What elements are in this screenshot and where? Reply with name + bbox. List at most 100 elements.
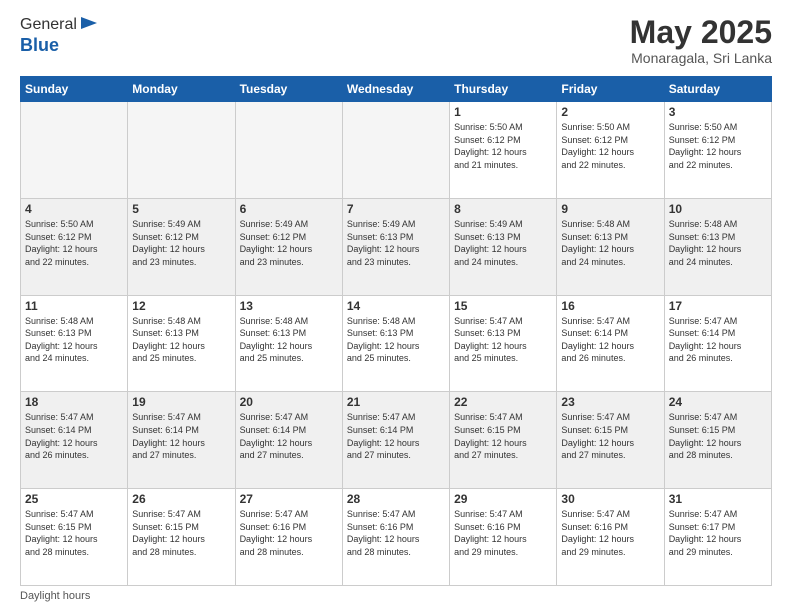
day-info: Sunrise: 5:49 AM Sunset: 6:13 PM Dayligh… [454, 218, 552, 268]
logo-general-text: General [20, 16, 77, 34]
day-number: 4 [25, 202, 123, 216]
calendar-cell: 25Sunrise: 5:47 AM Sunset: 6:15 PM Dayli… [21, 489, 128, 586]
calendar-cell: 30 Sunrise: 5:47 AM Sunset: 6:16 PM Dayli… [557, 489, 664, 586]
daylight-note: Daylight hours [20, 590, 90, 602]
day-info: Sunrise: 5:50 AM Sunset: 6:12 PM Dayligh… [669, 121, 767, 171]
calendar-cell: 28 Sunrise: 5:47 AM Sunset: 6:16 PM Dayli… [342, 489, 449, 586]
day-number: 3 [669, 105, 767, 119]
day-number: 20 [240, 395, 338, 409]
calendar-cell: 17 Sunrise: 5:47 AM Sunset: 6:14 PM Dayli… [664, 295, 771, 392]
calendar-cell: 18 Sunrise: 5:47 AM Sunset: 6:14 PM Dayli… [21, 392, 128, 489]
calendar-week-4: 18 Sunrise: 5:47 AM Sunset: 6:14 PM Dayli… [21, 392, 772, 489]
calendar-cell: 29 Sunrise: 5:47 AM Sunset: 6:16 PM Dayli… [450, 489, 557, 586]
day-number: 2 [561, 105, 659, 119]
day-info: Sunrise: 5:49 AM Sunset: 6:12 PM Dayligh… [132, 218, 230, 268]
day-header-tuesday: Tuesday [235, 77, 342, 102]
day-info: Sunrise: 5:48 AM Sunset: 6:13 PM Dayligh… [347, 315, 445, 365]
day-info: Sunrise: 5:48 AM Sunset: 6:13 PM Dayligh… [25, 315, 123, 365]
day-number: 16 [561, 299, 659, 313]
calendar-cell: 2Sunrise: 5:50 AM Sunset: 6:12 PM Daylig… [557, 102, 664, 199]
day-info: Sunrise: 5:47 AM Sunset: 6:16 PM Dayligh… [240, 508, 338, 558]
calendar-header-row: SundayMondayTuesdayWednesdayThursdayFrid… [21, 77, 772, 102]
calendar-cell: 27Sunrise: 5:47 AM Sunset: 6:16 PM Dayli… [235, 489, 342, 586]
day-info: Sunrise: 5:47 AM Sunset: 6:14 PM Dayligh… [347, 411, 445, 461]
day-info: Sunrise: 5:47 AM Sunset: 6:15 PM Dayligh… [669, 411, 767, 461]
day-info: Sunrise: 5:47 AM Sunset: 6:14 PM Dayligh… [240, 411, 338, 461]
calendar-cell: 26Sunrise: 5:47 AM Sunset: 6:15 PM Dayli… [128, 489, 235, 586]
day-info: Sunrise: 5:48 AM Sunset: 6:13 PM Dayligh… [669, 218, 767, 268]
calendar-week-5: 25Sunrise: 5:47 AM Sunset: 6:15 PM Dayli… [21, 489, 772, 586]
calendar-cell: 20 Sunrise: 5:47 AM Sunset: 6:14 PM Dayli… [235, 392, 342, 489]
day-number: 7 [347, 202, 445, 216]
day-number: 29 [454, 492, 552, 506]
calendar-cell [128, 102, 235, 199]
day-number: 8 [454, 202, 552, 216]
day-info: Sunrise: 5:47 AM Sunset: 6:13 PM Dayligh… [454, 315, 552, 365]
day-number: 15 [454, 299, 552, 313]
day-number: 13 [240, 299, 338, 313]
day-header-wednesday: Wednesday [342, 77, 449, 102]
logo-flag-icon [79, 15, 99, 35]
day-number: 30 [561, 492, 659, 506]
day-number: 24 [669, 395, 767, 409]
calendar-week-2: 4 Sunrise: 5:50 AM Sunset: 6:12 PM Daylig… [21, 198, 772, 295]
day-number: 28 [347, 492, 445, 506]
day-info: Sunrise: 5:47 AM Sunset: 6:15 PM Dayligh… [25, 508, 123, 558]
day-info: Sunrise: 5:47 AM Sunset: 6:17 PM Dayligh… [669, 508, 767, 558]
day-info: Sunrise: 5:47 AM Sunset: 6:16 PM Dayligh… [347, 508, 445, 558]
day-number: 9 [561, 202, 659, 216]
calendar-cell: 13 Sunrise: 5:48 AM Sunset: 6:13 PM Dayli… [235, 295, 342, 392]
calendar-week-3: 11 Sunrise: 5:48 AM Sunset: 6:13 PM Dayli… [21, 295, 772, 392]
calendar-cell: 24 Sunrise: 5:47 AM Sunset: 6:15 PM Dayli… [664, 392, 771, 489]
day-info: Sunrise: 5:47 AM Sunset: 6:15 PM Dayligh… [561, 411, 659, 461]
calendar-cell: 10 Sunrise: 5:48 AM Sunset: 6:13 PM Dayli… [664, 198, 771, 295]
day-number: 31 [669, 492, 767, 506]
calendar-week-1: 1 Sunrise: 5:50 AM Sunset: 6:12 PM Daylig… [21, 102, 772, 199]
day-number: 19 [132, 395, 230, 409]
day-number: 11 [25, 299, 123, 313]
day-header-thursday: Thursday [450, 77, 557, 102]
day-info: Sunrise: 5:50 AM Sunset: 6:12 PM Dayligh… [454, 121, 552, 171]
day-info: Sunrise: 5:47 AM Sunset: 6:16 PM Dayligh… [454, 508, 552, 558]
calendar-cell: 4 Sunrise: 5:50 AM Sunset: 6:12 PM Daylig… [21, 198, 128, 295]
day-info: Sunrise: 5:49 AM Sunset: 6:13 PM Dayligh… [347, 218, 445, 268]
day-info: Sunrise: 5:48 AM Sunset: 6:13 PM Dayligh… [240, 315, 338, 365]
location: Monaragala, Sri Lanka [630, 50, 772, 66]
day-number: 6 [240, 202, 338, 216]
calendar-cell: 12Sunrise: 5:48 AM Sunset: 6:13 PM Dayli… [128, 295, 235, 392]
calendar-cell: 11 Sunrise: 5:48 AM Sunset: 6:13 PM Dayli… [21, 295, 128, 392]
calendar-cell: 22Sunrise: 5:47 AM Sunset: 6:15 PM Dayli… [450, 392, 557, 489]
day-number: 1 [454, 105, 552, 119]
calendar-cell [235, 102, 342, 199]
day-info: Sunrise: 5:47 AM Sunset: 6:16 PM Dayligh… [561, 508, 659, 558]
day-info: Sunrise: 5:49 AM Sunset: 6:12 PM Dayligh… [240, 218, 338, 268]
day-info: Sunrise: 5:47 AM Sunset: 6:14 PM Dayligh… [669, 315, 767, 365]
day-info: Sunrise: 5:50 AM Sunset: 6:12 PM Dayligh… [25, 218, 123, 268]
calendar-cell: 16Sunrise: 5:47 AM Sunset: 6:14 PM Dayli… [557, 295, 664, 392]
day-number: 10 [669, 202, 767, 216]
calendar-cell: 8 Sunrise: 5:49 AM Sunset: 6:13 PM Daylig… [450, 198, 557, 295]
header: General Blue May 2025 Monaragala, Sri La… [20, 15, 772, 66]
calendar-cell: 9 Sunrise: 5:48 AM Sunset: 6:13 PM Daylig… [557, 198, 664, 295]
day-number: 14 [347, 299, 445, 313]
day-number: 5 [132, 202, 230, 216]
calendar-cell: 15 Sunrise: 5:47 AM Sunset: 6:13 PM Dayli… [450, 295, 557, 392]
day-header-friday: Friday [557, 77, 664, 102]
calendar-cell [342, 102, 449, 199]
day-info: Sunrise: 5:47 AM Sunset: 6:14 PM Dayligh… [25, 411, 123, 461]
calendar-table: SundayMondayTuesdayWednesdayThursdayFrid… [20, 76, 772, 586]
calendar-cell: 14 Sunrise: 5:48 AM Sunset: 6:13 PM Dayli… [342, 295, 449, 392]
page: General Blue May 2025 Monaragala, Sri La… [0, 0, 792, 612]
day-header-sunday: Sunday [21, 77, 128, 102]
calendar-cell: 7 Sunrise: 5:49 AM Sunset: 6:13 PM Daylig… [342, 198, 449, 295]
day-number: 12 [132, 299, 230, 313]
day-info: Sunrise: 5:47 AM Sunset: 6:15 PM Dayligh… [454, 411, 552, 461]
logo: General Blue [20, 15, 99, 56]
calendar-cell: 3 Sunrise: 5:50 AM Sunset: 6:12 PM Daylig… [664, 102, 771, 199]
day-number: 17 [669, 299, 767, 313]
day-info: Sunrise: 5:48 AM Sunset: 6:13 PM Dayligh… [561, 218, 659, 268]
day-header-monday: Monday [128, 77, 235, 102]
calendar-cell: 21Sunrise: 5:47 AM Sunset: 6:14 PM Dayli… [342, 392, 449, 489]
calendar-cell: 31 Sunrise: 5:47 AM Sunset: 6:17 PM Dayli… [664, 489, 771, 586]
day-number: 18 [25, 395, 123, 409]
